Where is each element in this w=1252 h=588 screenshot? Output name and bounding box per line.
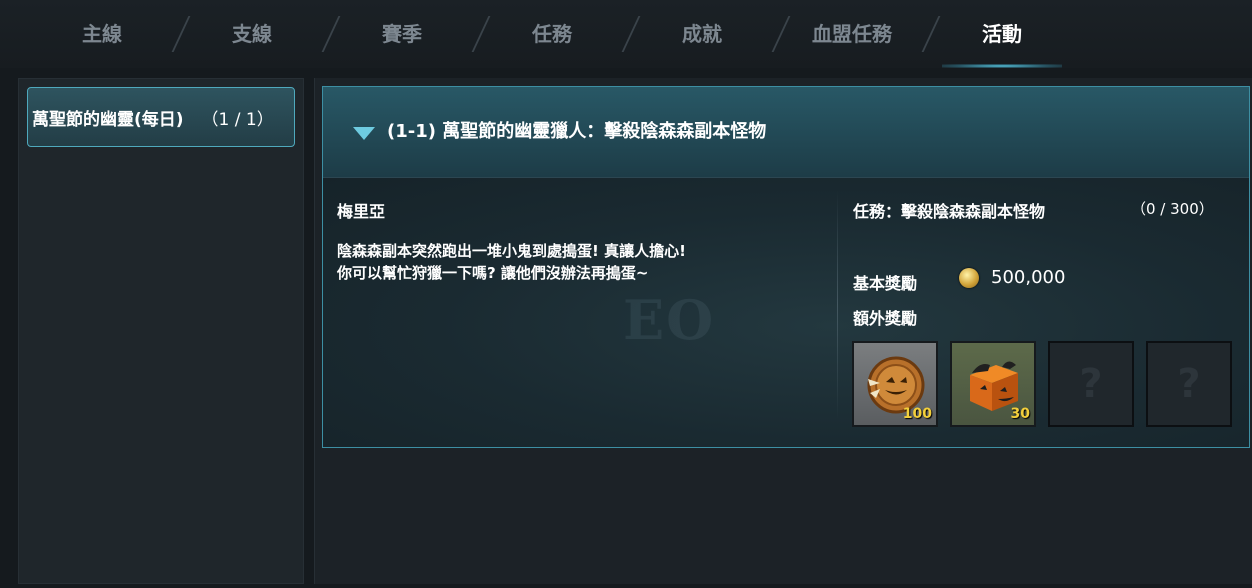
event-list-sidebar: 萬聖節的幽靈(每日) （1 / 1） — [18, 78, 304, 584]
quest-title: (1-1) 萬聖節的幽靈獵人：擊殺陰森森副本怪物 — [387, 121, 767, 142]
npc-name: 梅里亞 — [337, 202, 386, 221]
base-reward-label: 基本獎勵 — [853, 274, 918, 293]
reward-quantity: 100 — [902, 406, 932, 422]
extra-reward-label: 額外獎勵 — [853, 309, 918, 328]
tab-separator — [321, 16, 341, 52]
tab-main-quest[interactable]: 主線 — [42, 0, 162, 68]
tab-clan-mission[interactable]: 血盟任務 — [792, 0, 912, 68]
tab-label: 活動 — [982, 22, 1022, 46]
vertical-divider — [837, 190, 838, 420]
background-logo-watermark: EO — [623, 288, 716, 352]
tab-achievement[interactable]: 成就 — [642, 0, 762, 68]
reward-slot[interactable]: 30 — [950, 341, 1036, 427]
quest-body: EO 梅里亞 陰森森副本突然跑出一堆小鬼到處搗蛋! 真讓人擔心! 你可以幫忙狩獵… — [323, 178, 1249, 447]
dialog-line: 陰森森副本突然跑出一堆小鬼到處搗蛋! 真讓人擔心! — [337, 242, 686, 260]
sidebar-item-count: （1 / 1） — [201, 109, 274, 130]
locked-reward-icon: ? — [1079, 361, 1103, 407]
reward-slot-locked[interactable]: ? — [1048, 341, 1134, 427]
quest-objective: 任務：擊殺陰森森副本怪物 — [853, 202, 1046, 221]
gold-coin-icon — [959, 268, 979, 288]
sidebar-item-halloween-ghost[interactable]: 萬聖節的幽靈(每日) （1 / 1） — [27, 87, 295, 147]
reward-slot[interactable]: 100 — [852, 341, 938, 427]
quest-dialog: 陰森森副本突然跑出一堆小鬼到處搗蛋! 真讓人擔心! 你可以幫忙狩獵一下嗎? 讓他… — [337, 240, 817, 284]
tab-separator — [471, 16, 491, 52]
tab-label: 血盟任務 — [812, 22, 892, 46]
base-reward-amount: 500,000 — [991, 267, 1066, 288]
tab-side-quest[interactable]: 支線 — [192, 0, 312, 68]
tab-label: 任務 — [532, 22, 572, 46]
quest-header[interactable]: (1-1) 萬聖節的幽靈獵人：擊殺陰森森副本怪物 — [323, 87, 1249, 178]
tab-separator — [921, 16, 941, 52]
sidebar-item-label: 萬聖節的幽靈(每日) — [32, 109, 184, 130]
collapse-triangle-icon[interactable] — [353, 127, 375, 140]
tab-label: 支線 — [232, 22, 272, 46]
reward-quantity: 30 — [1010, 406, 1030, 422]
locked-reward-icon: ? — [1177, 361, 1201, 407]
top-tab-bar: 主線 支線 賽季 任務 成就 血盟任務 活動 — [0, 0, 1252, 68]
tab-separator — [171, 16, 191, 52]
tab-separator — [621, 16, 641, 52]
quest-progress: （0 / 300） — [1131, 200, 1214, 218]
tab-event[interactable]: 活動 — [942, 0, 1062, 68]
tab-season[interactable]: 賽季 — [342, 0, 462, 68]
active-tab-indicator — [942, 64, 1062, 68]
reward-slot-locked[interactable]: ? — [1146, 341, 1232, 427]
tab-label: 成就 — [682, 22, 722, 46]
tab-label: 主線 — [82, 22, 122, 46]
dialog-line: 你可以幫忙狩獵一下嗎? 讓他們沒辦法再搗蛋~ — [337, 264, 649, 282]
quest-card: (1-1) 萬聖節的幽靈獵人：擊殺陰森森副本怪物 EO 梅里亞 陰森森副本突然跑… — [322, 86, 1250, 448]
tab-separator — [771, 16, 791, 52]
tab-mission[interactable]: 任務 — [492, 0, 612, 68]
tab-label: 賽季 — [382, 22, 422, 46]
